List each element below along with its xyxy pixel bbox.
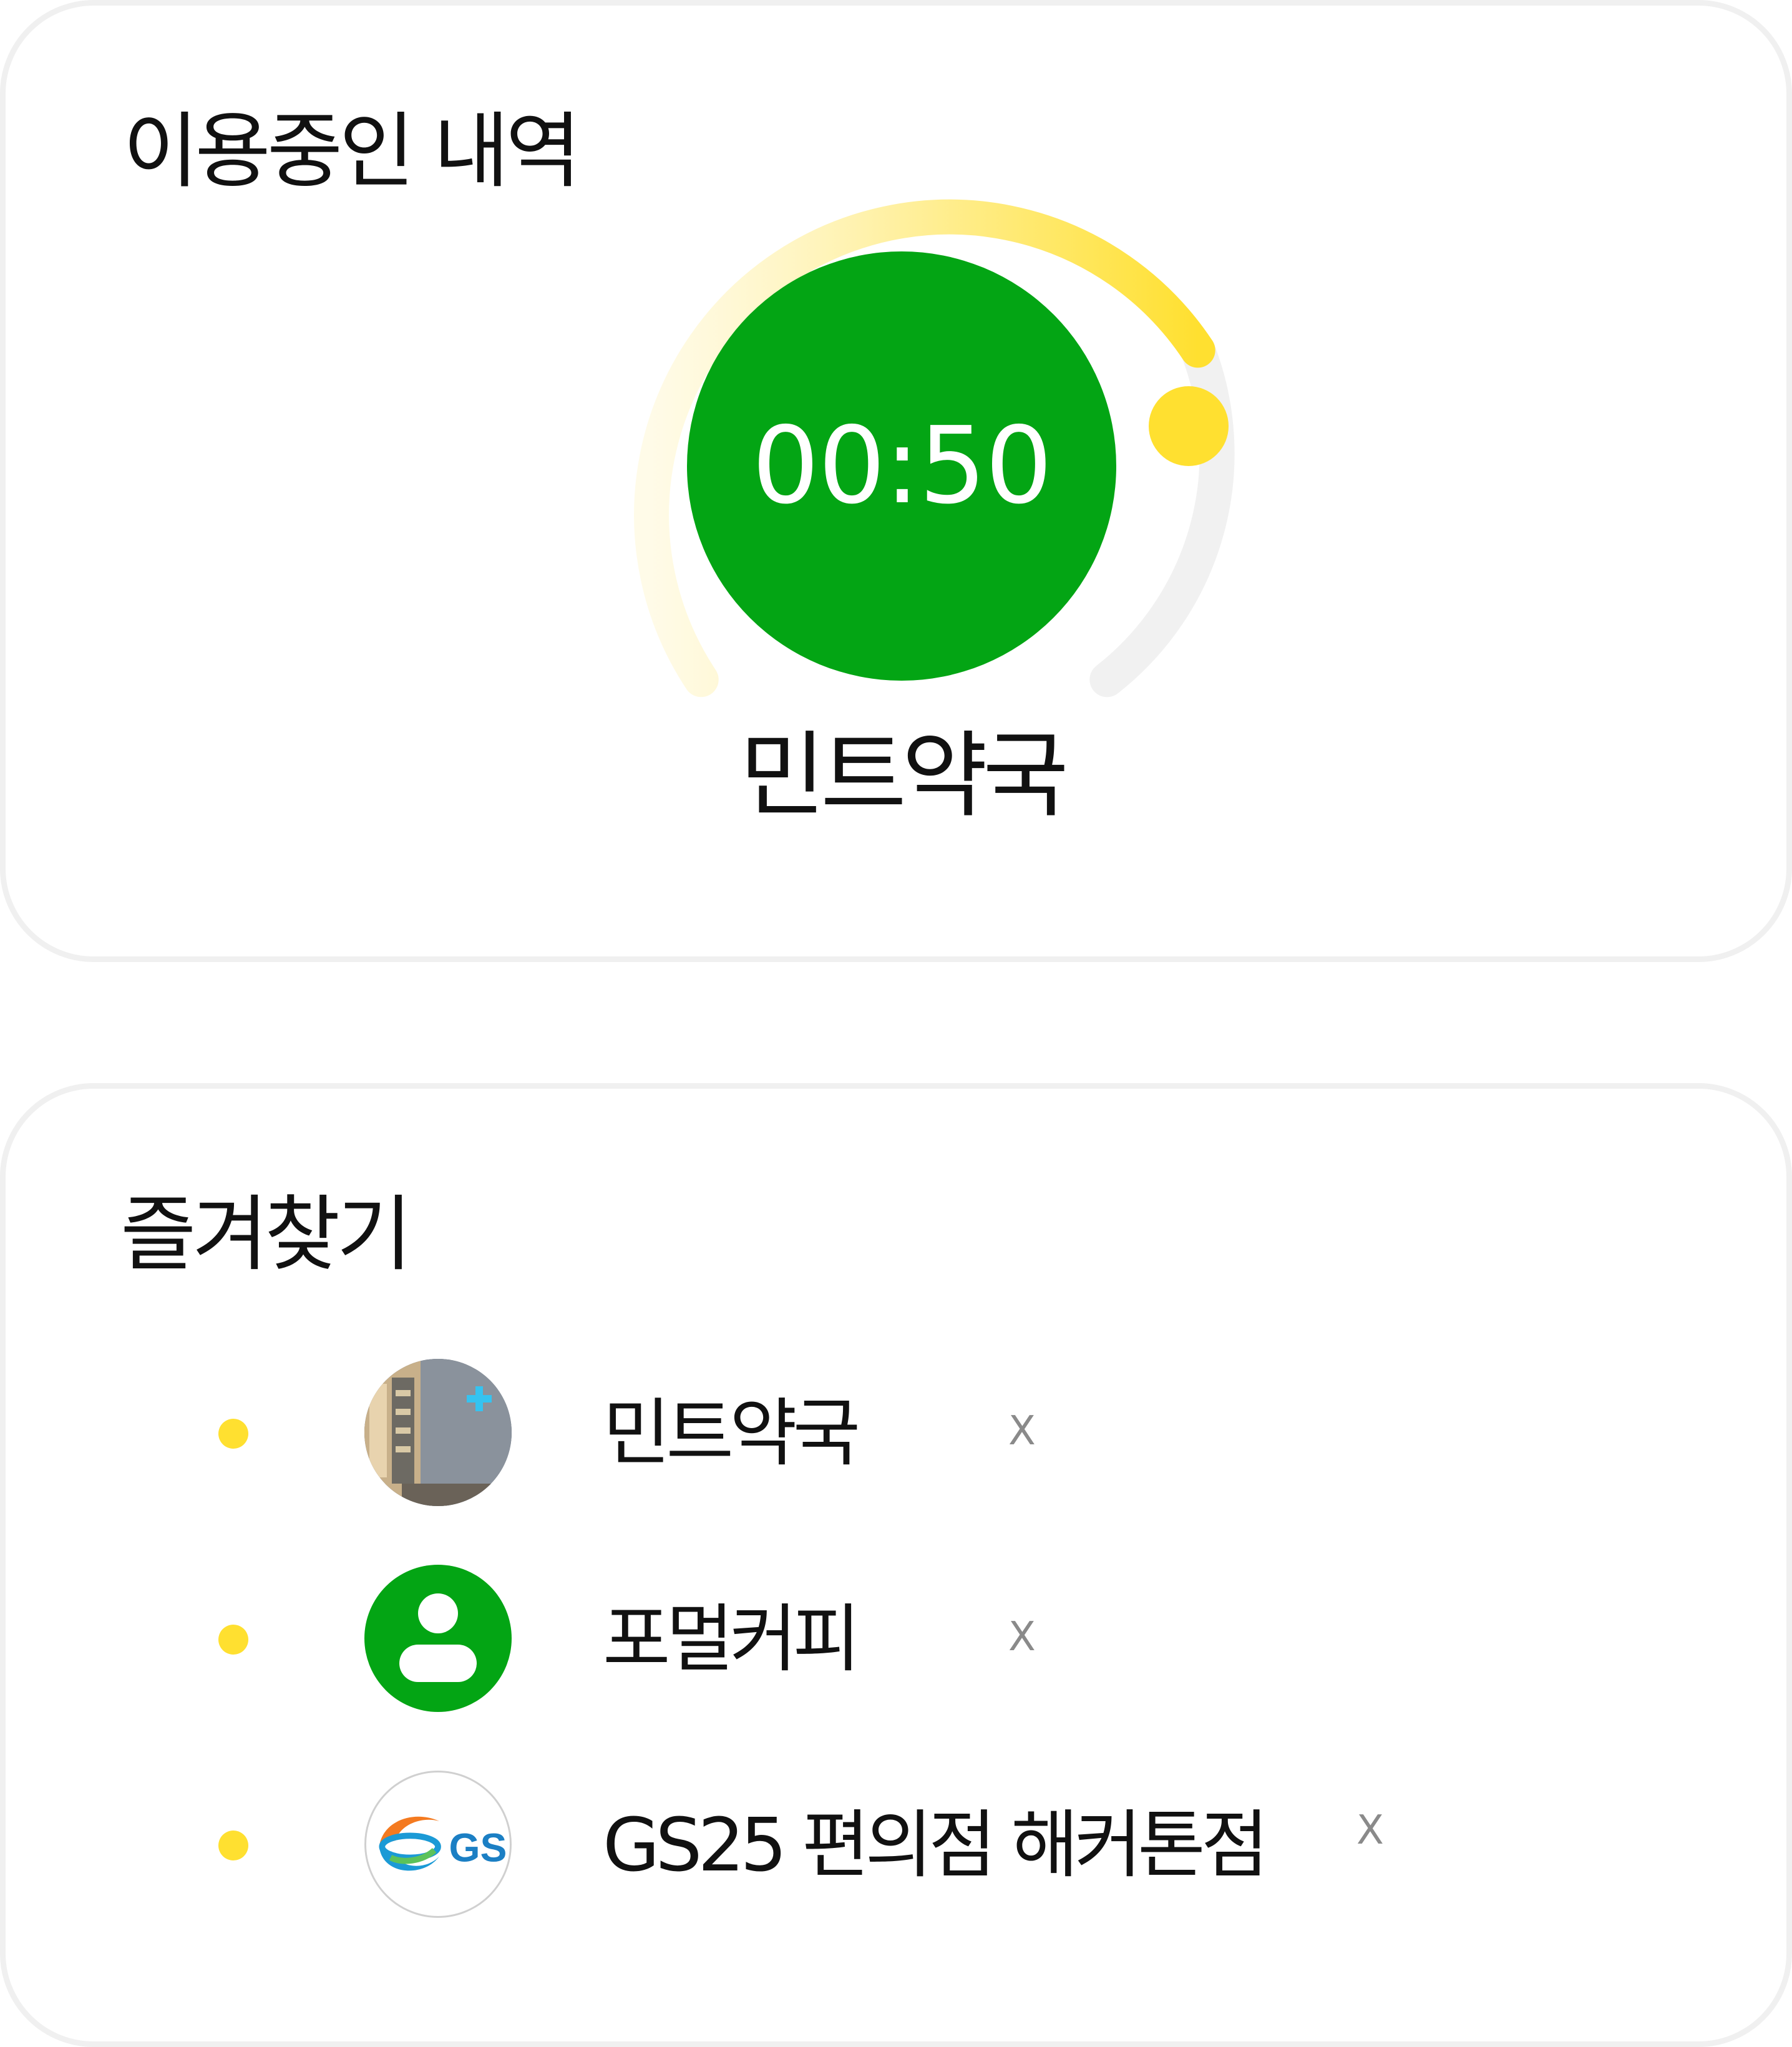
timer-text: 00:50 [752, 404, 1053, 528]
current-usage-title: 이용중인 내역 [123, 104, 582, 200]
favorite-item-formal-coffee[interactable]: 포멀커피 X [0, 1565, 1792, 1714]
store-photo-icon [364, 1359, 512, 1506]
timer-display: 00:50 [687, 251, 1116, 681]
favorite-item-mint-pharmacy[interactable]: 민트약국 X [0, 1359, 1792, 1509]
favorite-name: 포멀커피 [603, 1596, 860, 1682]
remove-favorite-button[interactable]: X [1008, 1411, 1036, 1451]
favorite-name: GS25 편의점 해커톤점 [603, 1802, 1269, 1888]
current-store-name: 민트약국 [739, 722, 1069, 830]
bullet-dot [218, 1831, 248, 1860]
gs-logo-text: GS [449, 1825, 507, 1870]
favorite-item-gs25[interactable]: GS GS25 편의점 해커톤점 X [0, 1771, 1792, 1920]
timer-knob [1149, 386, 1229, 466]
user-avatar [364, 1565, 512, 1712]
favorites-title: 즐겨찾기 [120, 1187, 412, 1283]
remove-favorite-button[interactable]: X [1356, 1811, 1384, 1850]
user-icon [399, 1593, 477, 1682]
gs-logo-avatar: GS [364, 1771, 512, 1918]
current-usage-card: 이용중인 내역 00:50 민트약국 [0, 0, 1792, 962]
remove-favorite-button[interactable]: X [1008, 1617, 1036, 1657]
bullet-dot [218, 1625, 248, 1655]
favorite-name: 민트약국 [603, 1390, 860, 1476]
bullet-dot [218, 1419, 248, 1449]
store-photo-avatar [364, 1359, 512, 1506]
gs-logo-icon: GS [379, 1816, 507, 1871]
